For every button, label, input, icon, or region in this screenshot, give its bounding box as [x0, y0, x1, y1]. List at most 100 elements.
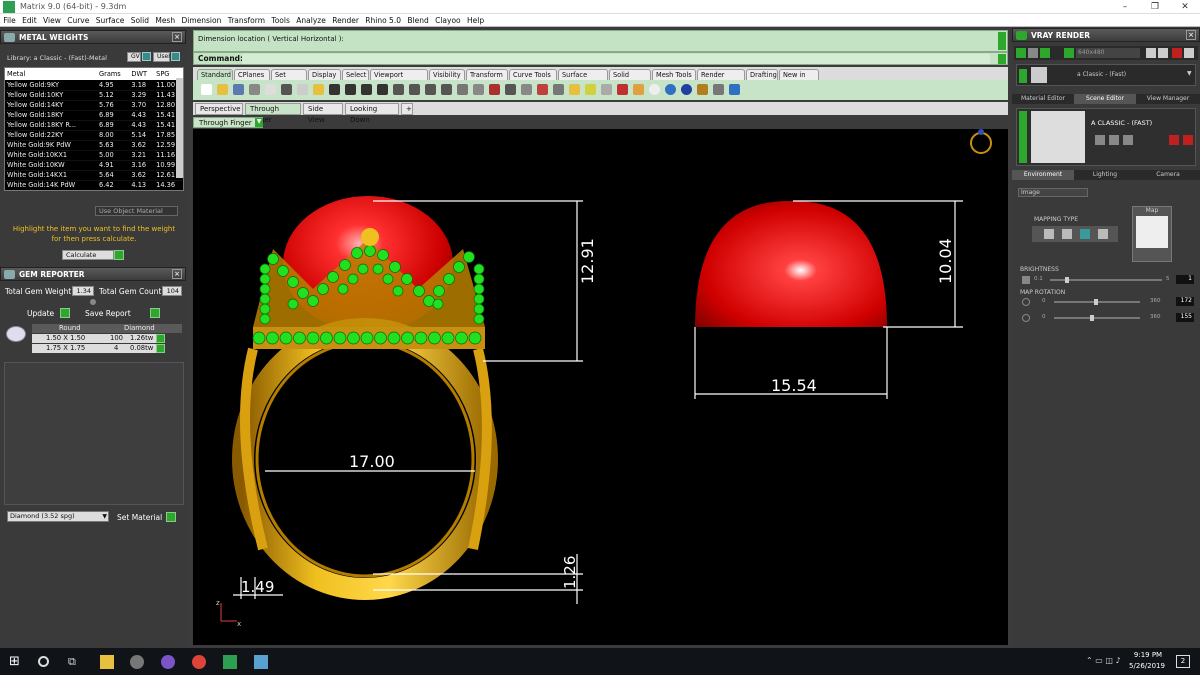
table-row[interactable]: 1.75 X 1.75 4 0.08tw	[32, 344, 156, 353]
pan-icon[interactable]	[361, 84, 372, 95]
table-row[interactable]: 1.50 X 1.50 100 1.26tw	[32, 334, 156, 343]
env-type-select[interactable]: Image	[1018, 188, 1088, 197]
orb-icon[interactable]	[681, 84, 692, 95]
zoom-extents-icon[interactable]	[425, 84, 436, 95]
chrome-icon[interactable]	[192, 655, 206, 669]
tab-select[interactable]: Select	[342, 69, 369, 80]
save-icon[interactable]	[1095, 135, 1105, 145]
search-icon[interactable]	[38, 656, 49, 667]
table-row[interactable]: White Gold:10KX1 5.00 3.21 11.16	[5, 150, 183, 161]
user-button[interactable]: User	[153, 52, 171, 62]
row-go-icon[interactable]	[156, 334, 165, 343]
menu-analyze[interactable]: Analyze	[293, 14, 329, 27]
globe-icon[interactable]	[665, 84, 676, 95]
tab-set-view[interactable]: Set View	[271, 69, 307, 89]
material-selector[interactable]: a Classic - (Fast) ▼	[1016, 64, 1196, 86]
table-row[interactable]: White Gold:10KW 4.91 3.16 10.99	[5, 160, 183, 171]
tab-surface-tools[interactable]: Surface Tools	[558, 69, 608, 89]
sphere-icon[interactable]	[649, 84, 660, 95]
set-material-button[interactable]: Set Material	[117, 513, 162, 522]
menu-edit[interactable]: Edit	[19, 14, 40, 27]
tab-solid-tools[interactable]: Solid Tools	[609, 69, 651, 89]
rhino-taskbar-icon[interactable]	[254, 655, 268, 669]
viewport-tab-looking-down[interactable]: Looking Down	[345, 103, 399, 124]
save-report-go-icon[interactable]	[150, 308, 160, 318]
table-row[interactable]: Yellow Gold:14KY 5.76 3.70 12.80	[5, 100, 183, 111]
prev-icon[interactable]	[1146, 48, 1156, 58]
gv-checkbox[interactable]	[142, 52, 151, 61]
properties-icon[interactable]	[473, 84, 484, 95]
clipboard-icon[interactable]	[265, 84, 276, 95]
tab-camera[interactable]: Camera	[1136, 170, 1200, 180]
viewport-title[interactable]: Through Finger	[193, 117, 263, 128]
table-row[interactable]: Yellow Gold:18KY 6.89 4.43 15.41	[5, 110, 183, 121]
tab-visibility[interactable]: Visibility	[429, 69, 465, 80]
col-dwt[interactable]: DWT	[129, 68, 155, 80]
rotate-icon[interactable]	[377, 84, 388, 95]
close-icon[interactable]: ×	[172, 269, 182, 279]
mapping-plane-icon[interactable]	[1044, 229, 1054, 239]
mapping-cylinder-icon[interactable]	[1080, 229, 1090, 239]
menu-render[interactable]: Render	[329, 14, 362, 27]
osnap-icon[interactable]	[489, 84, 500, 95]
menu-dimension[interactable]: Dimension	[178, 14, 224, 27]
menu-rhino[interactable]: Rhino 5.0	[362, 14, 404, 27]
minimize-button[interactable]: –	[1110, 0, 1140, 14]
stop-icon[interactable]	[1172, 48, 1182, 58]
row-go-icon[interactable]	[156, 344, 165, 353]
tab-lighting[interactable]: Lighting	[1074, 170, 1136, 180]
rot2-thumb[interactable]	[1090, 315, 1094, 321]
viewport-canvas[interactable]: z x 12.91 17.00 1.49 1.26 10.04 15.54	[193, 129, 1008, 645]
tab-standard[interactable]: Standard	[197, 69, 233, 80]
save-icon[interactable]	[233, 84, 244, 95]
shade-icon[interactable]	[521, 84, 532, 95]
menu-solid[interactable]: Solid	[128, 14, 153, 27]
viewport-menu-icon[interactable]: ▼	[255, 118, 263, 127]
menu-curve[interactable]: Curve	[64, 14, 93, 27]
file-explorer-icon[interactable]	[100, 655, 114, 669]
layers-icon[interactable]	[457, 84, 468, 95]
resolution-field[interactable]: 640x480	[1076, 48, 1140, 58]
map-preview[interactable]: Map	[1132, 206, 1172, 262]
rot1-thumb[interactable]	[1094, 299, 1098, 305]
user-checkbox[interactable]	[171, 52, 180, 61]
gv-button[interactable]: GV	[127, 52, 141, 62]
calculate-go-icon[interactable]	[114, 250, 124, 260]
copy-icon[interactable]	[297, 84, 308, 95]
app-icon[interactable]	[130, 655, 144, 669]
folder-icon[interactable]	[1123, 135, 1133, 145]
light-icon[interactable]	[569, 84, 580, 95]
rot2-value[interactable]: 155	[1176, 313, 1194, 322]
metal-table-scrollbar[interactable]	[176, 78, 183, 178]
mapping-sphere-icon[interactable]	[1098, 229, 1108, 239]
close-window-button[interactable]: ✕	[1170, 0, 1200, 14]
tab-display[interactable]: Display	[308, 69, 341, 80]
settings-icon[interactable]	[1184, 48, 1194, 58]
bulb-icon[interactable]	[585, 84, 596, 95]
tab-cplanes[interactable]: CPlanes	[234, 69, 270, 80]
command-scroll[interactable]	[998, 54, 1006, 64]
zoom-selected-icon[interactable]	[441, 84, 452, 95]
command-input[interactable]	[242, 54, 990, 64]
tab-drafting[interactable]: Drafting	[746, 69, 778, 80]
remove-icon[interactable]	[1183, 135, 1193, 145]
menu-blend[interactable]: Blend	[404, 14, 432, 27]
print-icon[interactable]	[249, 84, 260, 95]
brightness-thumb[interactable]	[1065, 277, 1069, 283]
paste-icon[interactable]	[313, 84, 324, 95]
use-object-material-checkbox[interactable]: Use Object Material	[95, 206, 178, 216]
tab-new-in-v5[interactable]: New in V5	[779, 69, 819, 89]
tab-environment[interactable]: Environment	[1012, 170, 1074, 180]
tab-render-tools[interactable]: Render Tools	[697, 69, 745, 89]
viewport-tab-perspective[interactable]: Perspective	[195, 103, 243, 115]
open-icon[interactable]	[217, 84, 228, 95]
col-metal[interactable]: Metal	[5, 68, 97, 80]
update-button[interactable]: Update	[27, 309, 54, 318]
viber-icon[interactable]	[161, 655, 175, 669]
tab-viewport-layout[interactable]: Viewport Layout	[370, 69, 428, 89]
brightness-value[interactable]: 1	[1176, 275, 1194, 284]
save-report-button[interactable]: Save Report	[85, 309, 131, 318]
menu-view[interactable]: View	[40, 14, 64, 27]
tab-mesh-tools[interactable]: Mesh Tools	[652, 69, 696, 80]
viewport-tab-add[interactable]: +	[401, 103, 413, 115]
